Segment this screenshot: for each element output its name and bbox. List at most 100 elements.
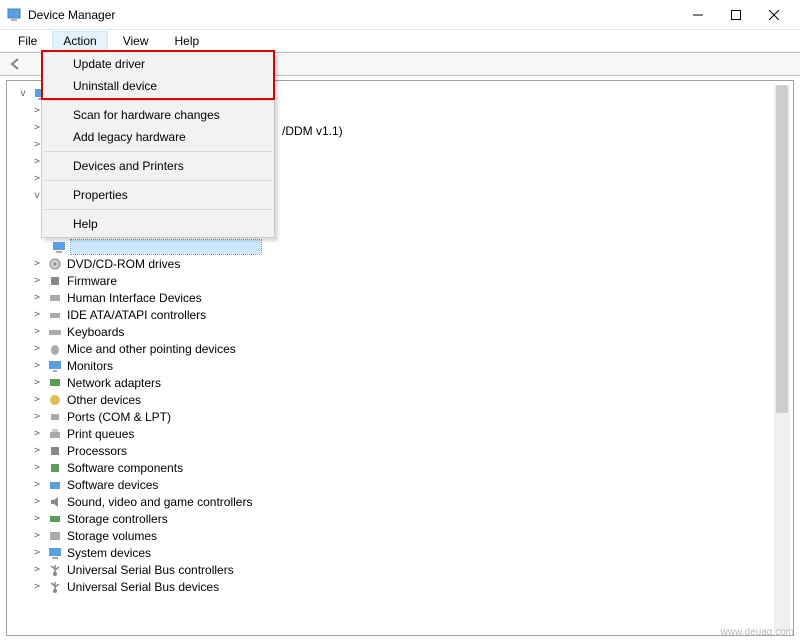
maximize-button[interactable] xyxy=(730,9,742,21)
expand-icon[interactable]: > xyxy=(31,462,43,473)
expand-icon[interactable]: > xyxy=(31,292,43,303)
component-icon xyxy=(47,460,63,476)
expand-icon[interactable]: > xyxy=(31,343,43,354)
watermark-text: www.deuaq.com xyxy=(721,627,794,638)
collapse-icon[interactable]: v xyxy=(17,88,29,99)
tree-label: DVD/CD-ROM drives xyxy=(67,257,180,271)
cpu-icon xyxy=(47,443,63,459)
tree-cat[interactable]: > Mice and other pointing devices xyxy=(9,340,791,357)
tree-cat[interactable]: >Software components xyxy=(9,459,791,476)
tree-cat[interactable]: > Sound, video and game controllers xyxy=(9,493,791,510)
expand-icon[interactable]: > xyxy=(31,547,43,558)
software-icon xyxy=(47,477,63,493)
storage-icon xyxy=(47,307,63,323)
speaker-icon xyxy=(47,494,63,510)
tree-device-selected[interactable] xyxy=(9,238,791,255)
partial-device-text: /DDM v1.1) xyxy=(282,124,343,138)
expand-icon[interactable]: > xyxy=(31,445,43,456)
tree-label: Software devices xyxy=(67,478,158,492)
port-icon xyxy=(47,409,63,425)
window-title: Device Manager xyxy=(28,8,115,22)
tree-cat[interactable]: >Monitors xyxy=(9,357,791,374)
menu-separator xyxy=(44,209,272,210)
scrollbar-thumb[interactable] xyxy=(776,85,788,413)
menu-add-legacy[interactable]: Add legacy hardware xyxy=(43,126,273,148)
expand-icon[interactable]: > xyxy=(31,394,43,405)
tree-cat[interactable]: > Network adapters xyxy=(9,374,791,391)
window-controls xyxy=(692,9,794,21)
menu-file[interactable]: File xyxy=(8,32,47,50)
menu-help[interactable]: Help xyxy=(165,32,210,50)
menu-update-driver[interactable]: Update driver xyxy=(43,53,273,75)
tree-label: Mice and other pointing devices xyxy=(67,342,236,356)
expand-icon[interactable]: > xyxy=(31,564,43,575)
tree-label: Sound, video and game controllers xyxy=(67,495,252,509)
tree-cat[interactable]: > Universal Serial Bus devices xyxy=(9,578,791,595)
tree-label: Keyboards xyxy=(67,325,124,339)
menu-separator xyxy=(44,100,272,101)
expand-icon[interactable]: > xyxy=(31,581,43,592)
tree-cat[interactable]: > Other devices xyxy=(9,391,791,408)
tree-label: Storage volumes xyxy=(67,529,157,543)
tree-label: Processors xyxy=(67,444,127,458)
menu-properties[interactable]: Properties xyxy=(43,184,273,206)
unknown-icon xyxy=(47,392,63,408)
tree-label: Human Interface Devices xyxy=(67,291,202,305)
tree-cat[interactable]: > Print queues xyxy=(9,425,791,442)
expand-icon[interactable]: > xyxy=(31,428,43,439)
menu-help[interactable]: Help xyxy=(43,213,273,235)
tree-cat[interactable]: > System devices xyxy=(9,544,791,561)
network-icon xyxy=(47,375,63,391)
menu-devices-printers[interactable]: Devices and Printers xyxy=(43,155,273,177)
expand-icon[interactable]: > xyxy=(31,479,43,490)
tree-cat[interactable]: >IDE ATA/ATAPI controllers xyxy=(9,306,791,323)
tree-label: Firmware xyxy=(67,274,117,288)
hid-icon xyxy=(47,290,63,306)
tree-cat[interactable]: >Universal Serial Bus controllers xyxy=(9,561,791,578)
tree-cat[interactable]: > Firmware xyxy=(9,272,791,289)
tree-cat[interactable]: > DVD/CD-ROM drives xyxy=(9,255,791,272)
action-menu-dropdown: Update driver Uninstall device Scan for … xyxy=(41,50,275,238)
title-bar: Device Manager xyxy=(0,0,800,30)
chip-icon xyxy=(47,273,63,289)
storage-ctrl-icon xyxy=(47,511,63,527)
tree-cat[interactable]: >Storage controllers xyxy=(9,510,791,527)
menu-bar: File Action View Help xyxy=(0,30,800,52)
tree-label: Network adapters xyxy=(67,376,161,390)
expand-icon[interactable]: > xyxy=(31,377,43,388)
tree-label: System devices xyxy=(67,546,151,560)
app-icon xyxy=(6,7,22,23)
expand-icon[interactable]: > xyxy=(31,309,43,320)
tree-label: Universal Serial Bus devices xyxy=(67,580,219,594)
volume-icon xyxy=(47,528,63,544)
menu-separator xyxy=(44,151,272,152)
monitor-icon xyxy=(47,358,63,374)
menu-uninstall-device[interactable]: Uninstall device xyxy=(43,75,273,97)
expand-icon[interactable]: > xyxy=(31,530,43,541)
tree-scrollbar[interactable] xyxy=(774,85,790,631)
tree-label: Other devices xyxy=(67,393,141,407)
menu-scan-hardware[interactable]: Scan for hardware changes xyxy=(43,104,273,126)
tree-cat[interactable]: > Keyboards xyxy=(9,323,791,340)
back-button[interactable] xyxy=(6,54,26,74)
expand-icon[interactable]: > xyxy=(31,275,43,286)
expand-icon[interactable]: > xyxy=(31,513,43,524)
system-icon xyxy=(47,545,63,561)
tree-cat[interactable]: >Ports (COM & LPT) xyxy=(9,408,791,425)
tree-cat[interactable]: > Storage volumes xyxy=(9,527,791,544)
expand-icon[interactable]: > xyxy=(31,360,43,371)
expand-icon[interactable]: > xyxy=(31,326,43,337)
tree-cat[interactable]: > Processors xyxy=(9,442,791,459)
close-button[interactable] xyxy=(768,9,780,21)
menu-action[interactable]: Action xyxy=(53,32,106,50)
expand-icon[interactable]: > xyxy=(31,411,43,422)
tree-label: Print queues xyxy=(67,427,134,441)
tree-cat[interactable]: > Human Interface Devices xyxy=(9,289,791,306)
expand-icon[interactable]: > xyxy=(31,258,43,269)
menu-view[interactable]: View xyxy=(113,32,159,50)
usb-icon xyxy=(47,579,63,595)
tree-cat[interactable]: > Software devices xyxy=(9,476,791,493)
minimize-button[interactable] xyxy=(692,9,704,21)
display-icon xyxy=(51,239,67,255)
expand-icon[interactable]: > xyxy=(31,496,43,507)
